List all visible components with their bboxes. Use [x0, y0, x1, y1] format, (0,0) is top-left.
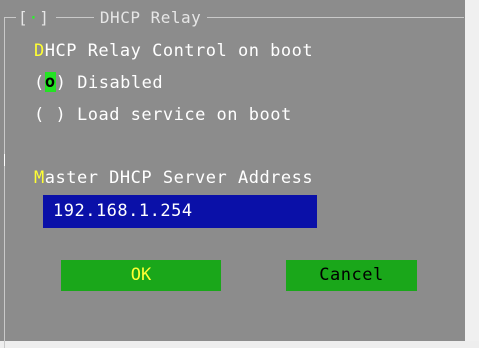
radio-selected-indicator: o	[44, 72, 56, 92]
relay-heading-text: HCP Relay Control on boot	[44, 41, 314, 61]
scrollbar-strip	[465, 0, 479, 341]
radio-disabled[interactable]: (o) Disabled	[34, 72, 163, 94]
cancel-button[interactable]: Cancel	[286, 260, 417, 291]
close-icon: ·	[28, 7, 40, 27]
divider-tick	[4, 154, 5, 166]
dialog-title: DHCP Relay	[99, 7, 202, 27]
server-hotkey: M	[34, 168, 45, 188]
radio-label-load-on-boot: Load service on boot	[66, 105, 292, 125]
relay-control-heading: DHCP Relay Control on boot	[34, 40, 313, 62]
close-bracket-left: [	[18, 7, 29, 27]
radio-open: (	[34, 73, 45, 93]
server-address-heading: Master DHCP Server Address	[34, 167, 313, 189]
close-bracket-right: ]	[39, 7, 50, 27]
radio-label-disabled: Disabled	[66, 73, 164, 93]
radio-open: (	[34, 105, 45, 125]
server-address-input[interactable]: 192.168.1.254	[43, 195, 317, 228]
dhcp-relay-dialog: [·] DHCP Relay DHCP Relay Control on boo…	[0, 0, 479, 348]
ok-button[interactable]: OK	[61, 260, 221, 291]
dialog-titlebar: [·] DHCP Relay	[16, 7, 208, 27]
radio-load-on-boot[interactable]: ( ) Load service on boot	[34, 104, 292, 126]
relay-hotkey: D	[34, 41, 45, 61]
title-rule	[343, 17, 463, 18]
radio-close: )	[55, 73, 67, 93]
radio-unselected-indicator	[45, 105, 56, 125]
title-separator	[55, 16, 94, 18]
radio-close: )	[55, 105, 67, 125]
server-heading-text: aster DHCP Server Address	[44, 168, 314, 188]
close-button[interactable]: [·]	[18, 8, 50, 27]
